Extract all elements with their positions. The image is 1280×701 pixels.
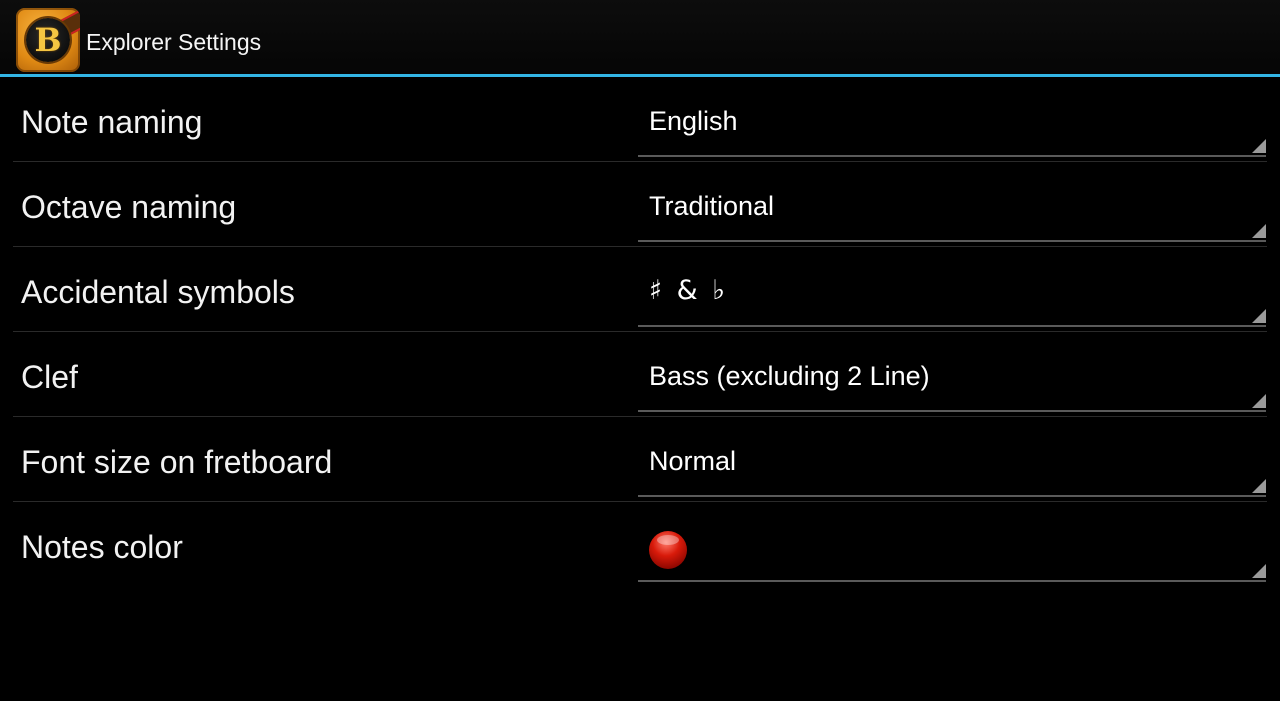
app-logo-icon[interactable]: B bbox=[16, 8, 80, 72]
setting-row-octave-naming: Octave naming Traditional bbox=[13, 162, 1267, 247]
setting-row-clef: Clef Bass (excluding 2 Line) bbox=[13, 332, 1267, 417]
setting-label: Font size on fretboard bbox=[21, 444, 333, 480]
spinner-value: Traditional bbox=[649, 191, 775, 221]
setting-label: Clef bbox=[21, 359, 78, 395]
setting-label: Notes color bbox=[21, 529, 183, 565]
note-naming-spinner[interactable]: English bbox=[638, 77, 1266, 157]
setting-label: Accidental symbols bbox=[21, 274, 295, 310]
settings-list: Note naming English Octave naming Tradit… bbox=[0, 77, 1280, 586]
setting-row-font-size: Font size on fretboard Normal bbox=[13, 417, 1267, 502]
spinner-value: English bbox=[649, 106, 738, 136]
screen-title: Explorer Settings bbox=[86, 29, 262, 55]
spinner-corner-arrow-icon bbox=[1252, 479, 1266, 493]
spinner-corner-arrow-icon bbox=[1252, 224, 1266, 238]
spinner-value: Normal bbox=[649, 446, 737, 476]
setting-row-accidental-symbols: Accidental symbols ♯ & ♭ bbox=[13, 247, 1267, 332]
setting-row-notes-color: Notes color bbox=[13, 502, 1267, 586]
font-size-spinner[interactable]: Normal bbox=[638, 417, 1266, 497]
setting-label: Note naming bbox=[21, 104, 203, 140]
red-color-dot-icon bbox=[649, 531, 687, 569]
spinner-corner-arrow-icon bbox=[1252, 309, 1266, 323]
spinner-value: Bass (excluding 2 Line) bbox=[649, 361, 930, 391]
setting-label: Octave naming bbox=[21, 189, 237, 225]
spinner-corner-arrow-icon bbox=[1252, 394, 1266, 408]
spinner-corner-arrow-icon bbox=[1252, 139, 1266, 153]
spinner-value: ♯ & ♭ bbox=[649, 275, 726, 306]
spinner-corner-arrow-icon bbox=[1252, 564, 1266, 578]
logo-letter: B bbox=[34, 21, 62, 59]
action-bar: B Explorer Settings bbox=[0, 0, 1280, 77]
accidental-symbols-spinner[interactable]: ♯ & ♭ bbox=[638, 247, 1266, 327]
octave-naming-spinner[interactable]: Traditional bbox=[638, 162, 1266, 242]
setting-row-note-naming: Note naming English bbox=[13, 77, 1267, 162]
clef-spinner[interactable]: Bass (excluding 2 Line) bbox=[638, 332, 1266, 412]
notes-color-spinner[interactable] bbox=[638, 502, 1266, 582]
